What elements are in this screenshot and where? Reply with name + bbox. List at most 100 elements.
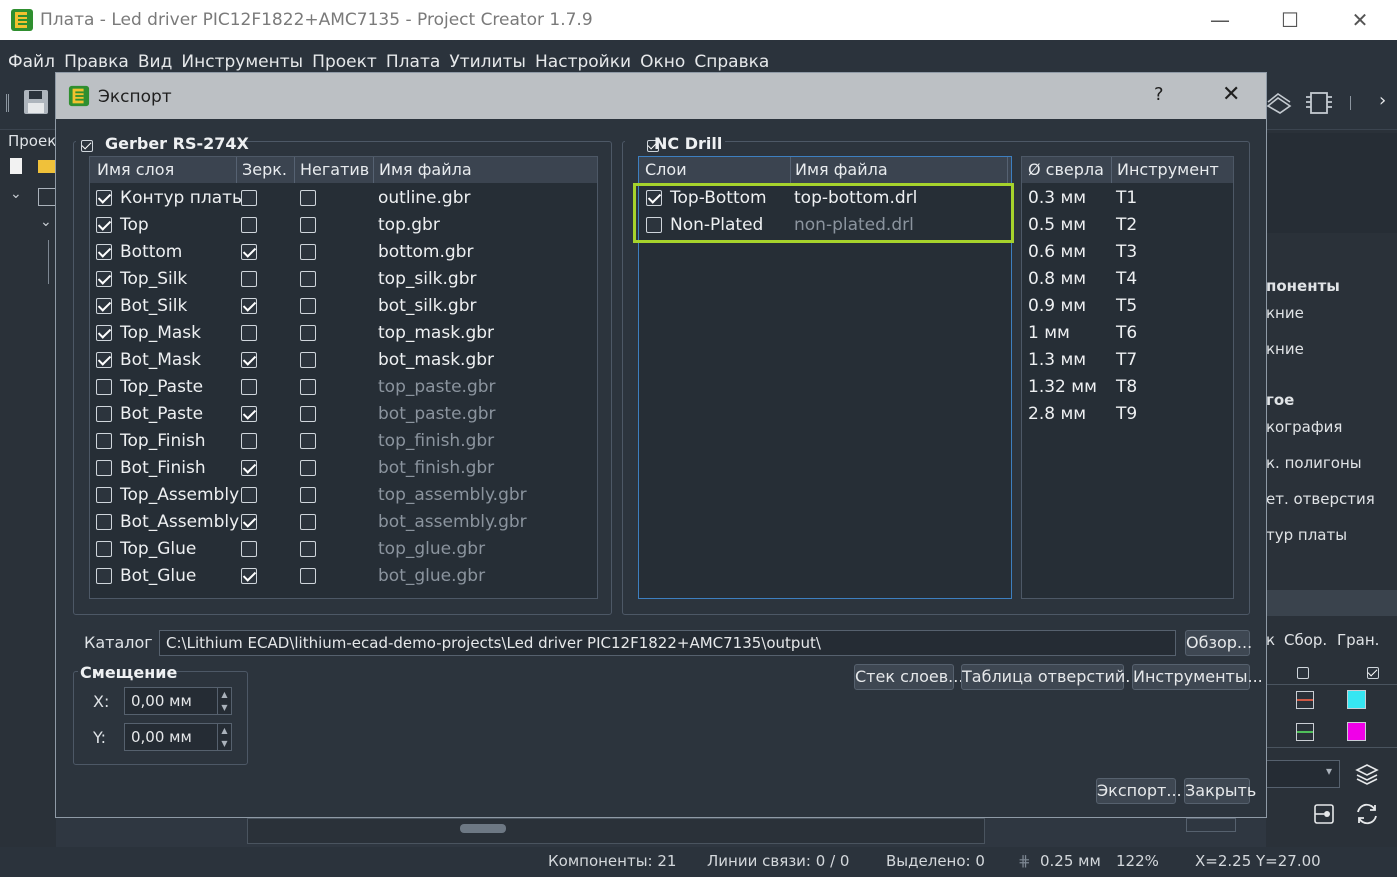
gerber-layer-row[interactable]: Bot_Mask bot_mask.gbr xyxy=(90,347,597,374)
mirror-checkbox[interactable] xyxy=(241,406,257,422)
mirror-checkbox[interactable] xyxy=(241,190,257,206)
negative-checkbox[interactable] xyxy=(300,217,316,233)
drill-tool-row[interactable]: 2.8 мм T9 xyxy=(1022,401,1233,428)
negative-checkbox[interactable] xyxy=(300,244,316,260)
layer-enable-checkbox[interactable] xyxy=(96,325,112,341)
mirror-checkbox[interactable] xyxy=(241,298,257,314)
mirror-checkbox[interactable] xyxy=(241,244,257,260)
negative-checkbox[interactable] xyxy=(300,190,316,206)
col-drill-diameter[interactable]: Ø сверла xyxy=(1028,157,1104,183)
layer-color-swatch[interactable] xyxy=(1347,722,1366,741)
boundary-checkbox[interactable] xyxy=(1367,667,1380,679)
drill-tool-row[interactable]: 1.32 мм T8 xyxy=(1022,374,1233,401)
scrollbar-thumb[interactable] xyxy=(460,824,506,833)
mirror-checkbox[interactable] xyxy=(241,541,257,557)
mirror-checkbox[interactable] xyxy=(241,271,257,287)
layer-enable-checkbox[interactable] xyxy=(96,271,112,287)
layer-enable-checkbox[interactable] xyxy=(96,433,112,449)
spin-arrows-icon[interactable]: ▲ ▼ xyxy=(217,688,231,714)
negative-checkbox[interactable] xyxy=(300,379,316,395)
catalog-path-field[interactable]: C:\Lithium ECAD\lithium-ecad-demo-projec… xyxy=(159,630,1176,656)
layers-stack-icon[interactable] xyxy=(1266,92,1292,114)
mirror-checkbox[interactable] xyxy=(241,487,257,503)
other-item-holes[interactable]: ет. отверстия xyxy=(1266,490,1375,508)
mirror-checkbox[interactable] xyxy=(241,352,257,368)
chip-icon[interactable] xyxy=(1303,90,1335,116)
negative-checkbox[interactable] xyxy=(300,460,316,476)
col-layer-name[interactable]: Имя слоя xyxy=(97,157,174,183)
layer-enable-checkbox[interactable] xyxy=(96,568,112,584)
col-negative[interactable]: Негатив xyxy=(300,157,369,183)
gerber-layer-row[interactable]: Контур платы outline.gbr xyxy=(90,185,597,212)
offset-y-spinbox[interactable]: 0,00 мм ▲ ▼ xyxy=(124,723,232,751)
assembly-checkbox[interactable] xyxy=(1297,667,1309,679)
negative-checkbox[interactable] xyxy=(300,514,316,530)
col-mirror[interactable]: Зерк. xyxy=(242,157,287,183)
mirror-checkbox[interactable] xyxy=(241,379,257,395)
drill-tool-row[interactable]: 1.3 мм T7 xyxy=(1022,347,1233,374)
layer-enable-checkbox[interactable] xyxy=(96,487,112,503)
layer-enable-checkbox[interactable] xyxy=(96,406,112,422)
offset-x-spinbox[interactable]: 0,00 мм ▲ ▼ xyxy=(124,687,232,715)
layer-enable-checkbox[interactable] xyxy=(96,541,112,557)
col-tool[interactable]: Инструмент xyxy=(1117,157,1219,183)
components-item[interactable]: кние xyxy=(1266,340,1304,358)
tree-expand-chevron-icon[interactable]: ⌄ xyxy=(40,214,52,230)
open-folder-icon[interactable] xyxy=(38,160,56,173)
col-layers[interactable]: Слои xyxy=(645,157,687,183)
browse-button[interactable]: Обзор... xyxy=(1185,630,1252,656)
negative-checkbox[interactable] xyxy=(300,541,316,557)
mirror-checkbox[interactable] xyxy=(241,568,257,584)
mirror-checkbox[interactable] xyxy=(241,433,257,449)
drill-tool-row[interactable]: 1 мм T6 xyxy=(1022,320,1233,347)
gerber-layer-row[interactable]: Top_Glue top_glue.gbr xyxy=(90,536,597,563)
negative-checkbox[interactable] xyxy=(300,433,316,449)
drill-tool-row[interactable]: 0.9 мм T5 xyxy=(1022,293,1233,320)
col-drill-file-name[interactable]: Имя файла xyxy=(795,157,888,183)
layer-enable-checkbox[interactable] xyxy=(96,514,112,530)
layer-enable-checkbox[interactable] xyxy=(96,298,112,314)
gerber-layer-row[interactable]: Bot_Silk bot_silk.gbr xyxy=(90,293,597,320)
mirror-checkbox[interactable] xyxy=(241,217,257,233)
maximize-button[interactable]: ☐ xyxy=(1270,5,1310,35)
layer-enable-checkbox[interactable] xyxy=(96,460,112,476)
drill-tool-row[interactable]: 0.3 мм T1 xyxy=(1022,185,1233,212)
layer-stack-button[interactable]: Стек слоев... xyxy=(854,664,963,690)
save-icon[interactable] xyxy=(22,88,50,116)
drill-tool-row[interactable]: 0.6 мм T3 xyxy=(1022,239,1233,266)
layer-color-swatch[interactable] xyxy=(1347,690,1366,709)
layers-icon[interactable] xyxy=(1354,762,1380,786)
drill-tool-row[interactable]: 0.5 мм T2 xyxy=(1022,212,1233,239)
layer-enable-checkbox[interactable] xyxy=(96,217,112,233)
gerber-layer-row[interactable]: Bot_Assembly bot_assembly.gbr xyxy=(90,509,597,536)
gerber-layer-row[interactable]: Top_Silk top_silk.gbr xyxy=(90,266,597,293)
new-file-icon[interactable] xyxy=(10,158,22,174)
gerber-layer-row[interactable]: Top_Assembly top_assembly.gbr xyxy=(90,482,597,509)
mirror-checkbox[interactable] xyxy=(241,460,257,476)
gerber-layer-row[interactable]: Top top.gbr xyxy=(90,212,597,239)
negative-checkbox[interactable] xyxy=(300,352,316,368)
mirror-checkbox[interactable] xyxy=(241,325,257,341)
negative-checkbox[interactable] xyxy=(300,325,316,341)
toolbar-overflow-chevron-icon[interactable]: › xyxy=(1379,90,1386,111)
components-item[interactable]: кние xyxy=(1266,304,1304,322)
negative-checkbox[interactable] xyxy=(300,271,316,287)
swap-icon[interactable] xyxy=(1354,802,1380,826)
negative-checkbox[interactable] xyxy=(300,298,316,314)
horizontal-scrollbar[interactable] xyxy=(247,818,985,844)
dropdown-chevron-icon[interactable]: ▾ xyxy=(1326,764,1332,778)
layer-color-swatch[interactable] xyxy=(1296,691,1314,709)
other-item-board-outline[interactable]: тур платы xyxy=(1266,526,1347,544)
negative-checkbox[interactable] xyxy=(300,487,316,503)
layer-enable-checkbox[interactable] xyxy=(96,352,112,368)
drill-tool-row[interactable]: 0.8 мм T4 xyxy=(1022,266,1233,293)
other-item-silkscreen[interactable]: кография xyxy=(1266,418,1342,436)
tools-button[interactable]: Инструменты... xyxy=(1132,664,1263,690)
gerber-layer-row[interactable]: Top_Paste top_paste.gbr xyxy=(90,374,597,401)
layer-enable-checkbox[interactable] xyxy=(96,244,112,260)
export-button[interactable]: Экспорт... xyxy=(1096,778,1182,804)
gerber-layer-row[interactable]: Top_Finish top_finish.gbr xyxy=(90,428,597,455)
gerber-layer-row[interactable]: Bot_Finish bot_finish.gbr xyxy=(90,455,597,482)
col-file-name[interactable]: Имя файла xyxy=(379,157,472,183)
gerber-enable-checkbox[interactable] xyxy=(81,140,93,152)
